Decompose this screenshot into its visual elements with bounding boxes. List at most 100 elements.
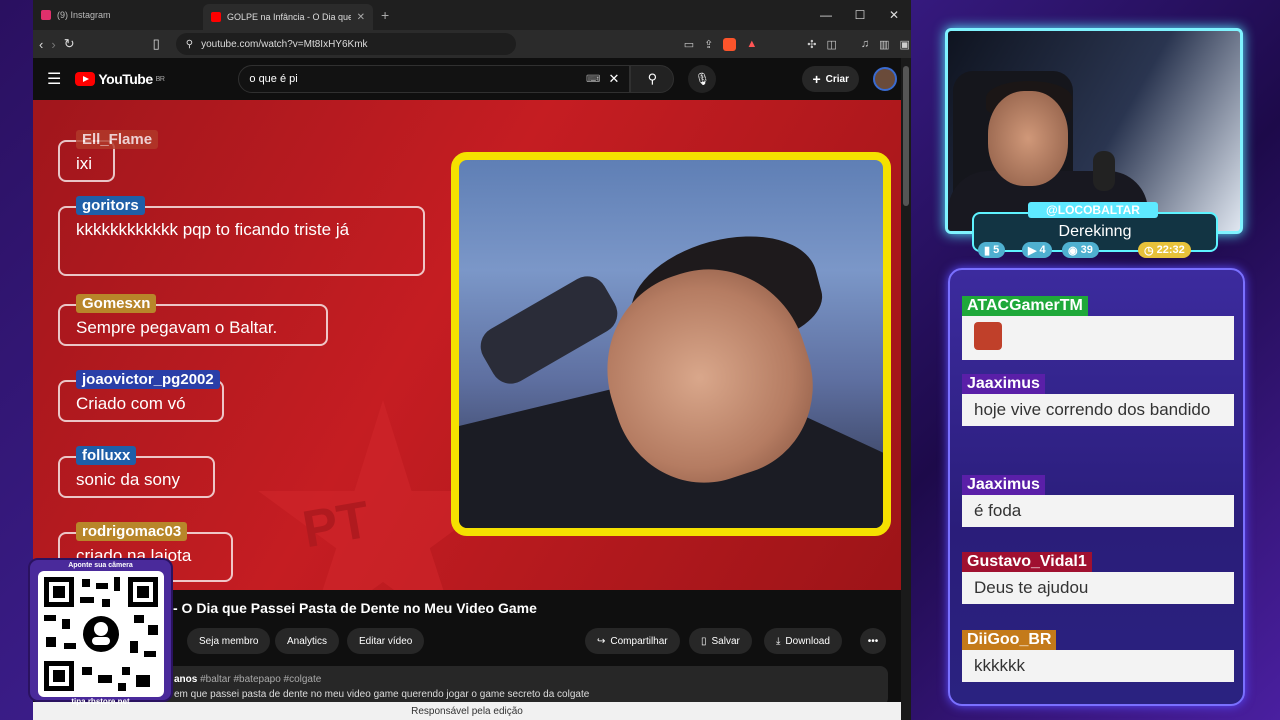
search-icon: ⚲ (647, 71, 658, 86)
chat-text: Deus te ajudou (962, 572, 1234, 604)
scrollbar[interactable] (901, 58, 911, 720)
share-page-icon[interactable]: ⇪ (704, 38, 713, 51)
avatar[interactable] (873, 67, 897, 91)
overlay-chat-message: joaovictor_pg2002 Criado com vó (58, 370, 224, 422)
stat-value: 5 (993, 244, 1000, 256)
youtube-tab-icon (211, 12, 221, 22)
description-text: em que passei pasta de dente no meu vide… (174, 689, 590, 700)
edit-video-button[interactable]: Editar vídeo (347, 628, 425, 654)
brave-shield-icon[interactable] (723, 37, 737, 51)
rewards-icon[interactable]: ▲ (746, 38, 757, 51)
chat-text: Criado com vó (76, 394, 186, 413)
create-button[interactable]: + Criar (802, 66, 859, 92)
qr-pattern-icon (43, 577, 158, 691)
qr-url: tipa.rbstore.net (71, 697, 130, 706)
chat-body (962, 316, 1234, 360)
instagram-icon (41, 10, 51, 20)
arm-shape (473, 269, 625, 391)
chat-user: folluxx (76, 446, 137, 465)
cast-icon[interactable]: ▭ (684, 38, 694, 51)
video-player[interactable]: PT Ell_Flame ixi goritors kkkkkkkkkkkk p… (33, 100, 901, 590)
extensions-icon[interactable]: ✣ (807, 38, 816, 51)
new-tab-button[interactable]: + (373, 7, 397, 23)
close-tab-icon[interactable]: ✕ (357, 12, 365, 23)
chat-user: Gustavo_Vidal1 (962, 552, 1092, 572)
tab-instagram[interactable]: (9) Instagram (33, 2, 203, 28)
qr-code (37, 571, 164, 697)
tab-bar: (9) Instagram GOLPE na Infância - O Dia … (33, 0, 911, 30)
side-chat-message: Jaaximus hoje vive correndo dos bandido (962, 374, 1234, 426)
chat-user: Gomesxn (76, 294, 157, 313)
overlay-chat-message: folluxx sonic da sony (58, 446, 215, 498)
face-shape (988, 91, 1068, 186)
hamburger-menu-icon[interactable]: ☰ (47, 69, 61, 89)
description-box[interactable]: anos #baltar #batepapo #colgate em que p… (158, 666, 888, 706)
save-button[interactable]: ▯ Salvar (689, 628, 752, 654)
chat-text: ixi (76, 154, 93, 173)
side-chat-message: Gustavo_Vidal1 Deus te ajudou (962, 552, 1234, 604)
button-label: Download (785, 635, 830, 647)
clear-search-icon[interactable]: ✕ (608, 71, 619, 87)
bookmark-icon[interactable]: ▯ (153, 36, 160, 52)
chat-user: Ell_Flame (76, 130, 159, 149)
qr-code-card: Aponte sua câmera tipa.rbstore.net (28, 558, 173, 706)
voice-search-button[interactable]: 🎙 (688, 65, 717, 93)
screenshot-icon[interactable]: ◫ (826, 38, 836, 51)
sidebar-icon[interactable]: ▥ (879, 38, 889, 51)
analytics-button[interactable]: Analytics (275, 628, 340, 654)
url-field[interactable]: ⚲ youtube.com/watch?v=Mt8IxHY6Kmk (175, 33, 516, 55)
button-label: Seja membro (199, 635, 259, 647)
wallet-icon[interactable]: ▣ (900, 38, 910, 51)
stat-value: 39 (1080, 244, 1093, 256)
more-actions-button[interactable]: ••• (860, 628, 886, 654)
close-window-button[interactable]: ✕ (877, 0, 911, 30)
qr-caption: Aponte sua câmera (68, 562, 133, 569)
streamer-handle: @LOCOBALTAR (1028, 202, 1158, 218)
share-icon: ↪ (597, 635, 606, 647)
side-chat-message: Jaaximus é foda (962, 475, 1234, 527)
back-icon[interactable]: ‹ (39, 37, 43, 52)
chat-user: ATACGamerTM (962, 296, 1088, 316)
tab-youtube[interactable]: GOLPE na Infância - O Dia que Pas… ✕ (203, 4, 373, 30)
member-button[interactable]: Seja membro (187, 628, 271, 654)
search-button[interactable]: ⚲ (630, 65, 675, 93)
minimize-button[interactable]: — (809, 0, 843, 30)
chat-user: Jaaximus (962, 374, 1045, 394)
description-tags: #baltar #batepapo #colgate (200, 674, 322, 685)
chat-user: Jaaximus (962, 475, 1045, 495)
create-label: Criar (825, 73, 849, 85)
chat-text: hoje vive correndo dos bandido (962, 394, 1234, 426)
forward-icon[interactable]: › (51, 37, 55, 52)
maximize-button[interactable]: ☐ (843, 0, 877, 30)
search-input[interactable]: o que é pi ⌨ ✕ (238, 65, 631, 93)
site-info-icon[interactable]: ⚲ (186, 39, 193, 50)
side-chat-message: DiiGoo_BR kkkkkk (962, 630, 1234, 682)
chat-text: sonic da sony (76, 470, 180, 489)
youtube-header: ☰ YouTube BR o que é pi ⌨ ✕ ⚲ 🎙 + Criar (33, 58, 911, 100)
button-label: Salvar (711, 635, 740, 647)
url-text: youtube.com/watch?v=Mt8IxHY6Kmk (201, 38, 368, 50)
streamer-name: Derekinng (1058, 223, 1132, 240)
description-meta: anos (174, 674, 198, 685)
plus-icon: + (812, 71, 821, 87)
overlay-chat-message: Gomesxn Sempre pegavam o Baltar. (58, 294, 328, 346)
tab-label: (9) Instagram (57, 10, 111, 20)
stat-badge: ◉ 39 (1062, 242, 1099, 258)
button-label: Editar vídeo (359, 635, 413, 647)
keyboard-icon[interactable]: ⌨ (586, 74, 600, 85)
music-icon[interactable]: ♫ (861, 38, 869, 51)
mic-icon: 🎙 (694, 72, 710, 86)
chat-user: DiiGoo_BR (962, 630, 1057, 650)
youtube-logo[interactable]: YouTube BR (75, 71, 165, 87)
stat-value: 22:32 (1156, 244, 1185, 256)
microphone-icon (1093, 151, 1115, 191)
stat-badge: ▶ 4 (1022, 242, 1052, 258)
more-icon: ••• (867, 635, 879, 647)
tab-label: GOLPE na Infância - O Dia que Pas… (227, 12, 351, 22)
reload-icon[interactable]: ↻ (64, 36, 75, 52)
pt-logo-text: PT (298, 490, 374, 560)
search-value: o que é pi (249, 73, 298, 85)
share-button[interactable]: ↪ Compartilhar (585, 628, 680, 654)
download-button[interactable]: ⤓ Download (764, 628, 842, 654)
chat-user: rodrigomac03 (76, 522, 188, 541)
